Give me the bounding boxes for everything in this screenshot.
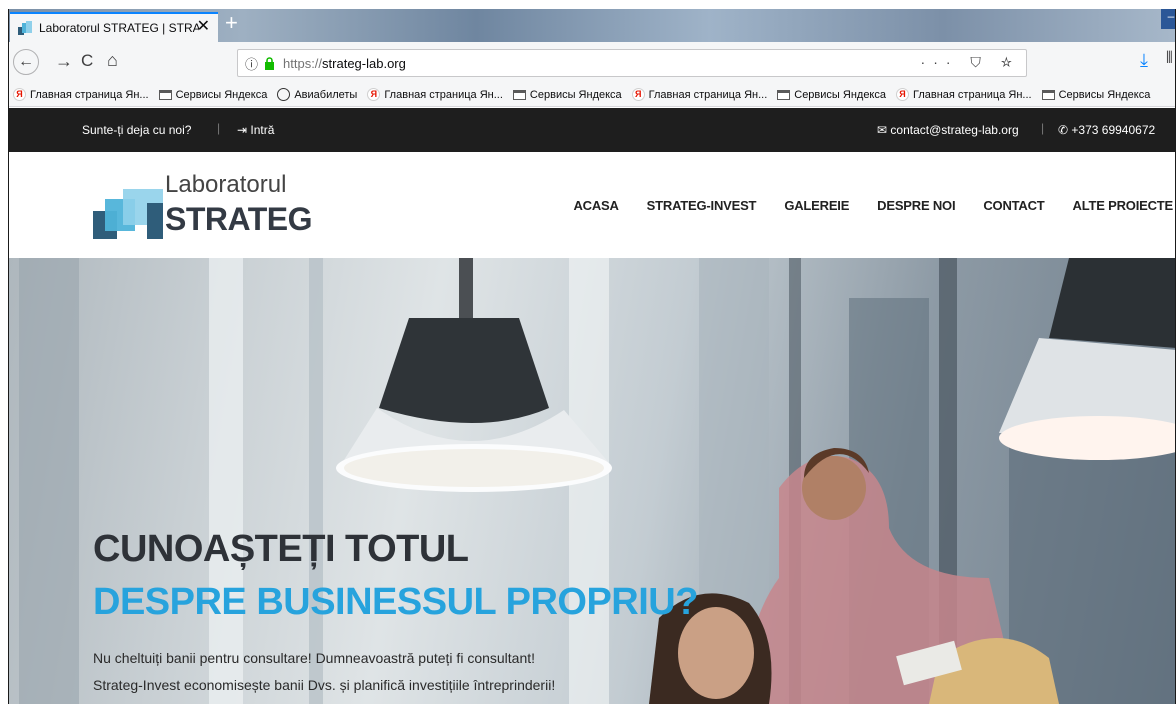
yandex-icon: Я [13,88,26,101]
nav-acasa[interactable]: ACASA [573,198,618,213]
tab-strip: Laboratorul STRATEG | STRATE ✕ + – [9,9,1175,42]
login-icon: ⇥ [237,123,248,137]
tab-title: Laboratorul STRATEG | STRATE [39,21,199,35]
hero-subtitle: DESPRE BUSINESSUL PROPRIU? [93,581,698,623]
hero-text-line: Strateg-Invest economisește banii Dvs. ș… [93,677,556,693]
nav-strateg-invest[interactable]: STRATEG-INVEST [647,198,757,213]
hero-banner: CUNOAȘTEȚI TOTUL DESPRE BUSINESSUL PROPR… [9,258,1175,704]
navigation-toolbar: ← → C ⌂ ⓘ https://strateg-lab.org ··· ⛉ … [9,42,1175,83]
nav-alte-proiecte[interactable]: ALTE PROIECTE [1073,198,1174,213]
new-tab-button[interactable]: + [225,11,238,35]
bookmark-item[interactable]: Сервисы Яндекса [1041,89,1150,101]
bookmark-item[interactable]: Я Главная страница Ян... [631,88,767,101]
bookmark-item[interactable]: Сервисы Яндекса [512,89,622,101]
main-navigation: ACASA STRATEG-INVEST GALEREIE DESPRE NOI… [545,198,1173,213]
bookmark-item[interactable]: Я Главная страница Ян... [13,88,149,101]
logo-text-main[interactable]: STRATEG [165,201,313,238]
bookmark-item[interactable]: Я Главная страница Ян... [896,88,1032,101]
divider: | [1041,121,1045,135]
hero-title: CUNOAȘTEȚI TOTUL [93,528,469,570]
member-question[interactable]: Sunte-ți deja cu noi? [82,123,191,137]
nav-contact[interactable]: CONTACT [983,198,1044,213]
info-icon[interactable]: ⓘ [245,54,258,73]
forward-button[interactable]: → [55,49,73,73]
phone-icon: ✆ [1058,123,1069,137]
yandex-icon: Я [896,88,909,101]
hero-background-image [9,258,1175,704]
globe-icon [277,88,291,101]
library-icon[interactable]: ⫴ [1166,50,1173,68]
folder-icon [158,89,172,100]
minimize-icon[interactable]: – [1161,9,1175,29]
divider: | [217,121,221,135]
yandex-icon: Я [631,88,645,101]
logo-icon[interactable] [93,189,163,239]
home-button[interactable]: ⌂ [107,48,118,72]
site-topbar: Sunte-ți deja cu noi? | ⇥ Intră ✉ contac… [9,108,1175,152]
back-button[interactable]: ← [13,49,39,75]
browser-window: Laboratorul STRATEG | STRATE ✕ + – ← → C… [8,9,1176,704]
bookmark-item[interactable]: Сервисы Яндекса [158,89,267,101]
login-link[interactable]: ⇥ Intră [237,123,274,137]
hero-text-line: Nu cheltuiți banii pentru consultare! Du… [93,650,536,666]
phone-link[interactable]: ✆ +373 69940672 [1058,123,1155,137]
email-link[interactable]: ✉ contact@strateg-lab.org [877,123,1019,137]
download-icon[interactable]: ⤓ [1140,50,1148,71]
folder-icon [777,89,791,100]
nav-despre-noi[interactable]: DESPRE NOI [877,198,955,213]
bookmark-item[interactable]: Авиабилеты [277,88,357,101]
folder-icon [512,89,526,100]
address-bar[interactable]: ⓘ https://strateg-lab.org ··· ⛉ ☆ [237,49,1027,77]
bookmarks-toolbar: Я Главная страница Ян... Сервисы Яндекса … [9,83,1175,107]
bookmark-item[interactable]: Я Главная страница Ян... [367,88,503,101]
bookmark-item[interactable]: Сервисы Яндекса [777,89,886,101]
url-text[interactable]: https://strateg-lab.org [283,56,406,71]
browser-tab[interactable]: Laboratorul STRATEG | STRATE ✕ [10,12,218,42]
site-favicon-icon [18,21,32,35]
site-header: Laboratorul STRATEG ACASA STRATEG-INVEST… [9,152,1175,258]
lock-icon[interactable] [264,56,275,70]
close-tab-icon[interactable]: ✕ [197,19,210,35]
nav-galereie[interactable]: GALEREIE [784,198,849,213]
mail-icon: ✉ [877,123,888,137]
logo-text-top[interactable]: Laboratorul [165,171,286,199]
folder-icon [1041,89,1055,100]
reload-button[interactable]: C [81,49,93,73]
screen-top-margin [0,0,1176,9]
page-actions-icons[interactable]: ··· ⛉ ☆ [921,54,1020,71]
yandex-icon: Я [367,88,381,101]
